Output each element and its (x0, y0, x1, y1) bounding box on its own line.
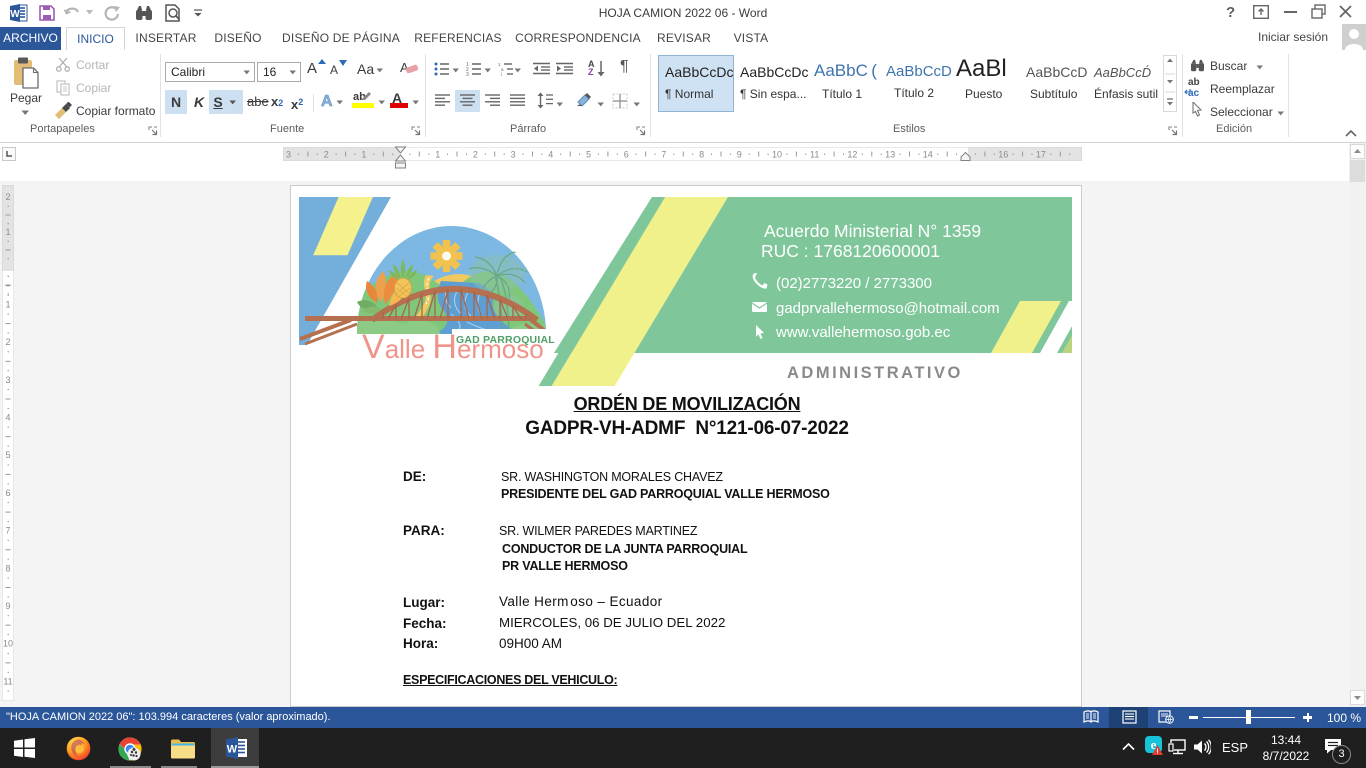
svg-text:10: 10 (3, 639, 13, 649)
svg-text:5: 5 (5, 450, 10, 460)
svg-text:Acuerdo Ministerial N° 1359: Acuerdo Ministerial N° 1359 (764, 221, 981, 241)
svg-text:14: 14 (923, 150, 933, 160)
svg-text:i: i (501, 72, 502, 76)
svg-text:8: 8 (5, 563, 10, 573)
svg-text:2: 2 (324, 150, 329, 160)
svg-text:9: 9 (737, 150, 742, 160)
svg-text:6: 6 (624, 150, 629, 160)
svg-text:3: 3 (5, 375, 10, 385)
svg-text:11: 11 (3, 676, 12, 686)
svg-text:6: 6 (5, 488, 10, 498)
svg-text:17: 17 (1036, 150, 1046, 160)
svg-text:12: 12 (847, 150, 857, 160)
svg-text:1: 1 (361, 150, 366, 160)
svg-text:2: 2 (473, 150, 478, 160)
svg-text:gadprvallehermoso@hotmail.com: gadprvallehermoso@hotmail.com (776, 300, 1000, 317)
svg-text:5: 5 (586, 150, 591, 160)
svg-text:3: 3 (466, 72, 469, 76)
svg-text:Valle Hermoso: Valle Hermoso (362, 328, 544, 366)
svg-text:8: 8 (699, 150, 704, 160)
svg-text:(02)2773220 / 2773300: (02)2773220 / 2773300 (776, 275, 932, 292)
svg-text:3: 3 (286, 150, 291, 160)
svg-text:2: 2 (5, 192, 10, 202)
svg-text:1: 1 (5, 227, 10, 237)
svg-text:9: 9 (5, 601, 10, 611)
svg-text:1: 1 (435, 150, 440, 160)
svg-text:RUC : 1768120600001: RUC : 1768120600001 (761, 241, 940, 261)
svg-text:3: 3 (511, 150, 516, 160)
svg-text:7: 7 (661, 150, 666, 160)
svg-text:2: 2 (5, 337, 10, 347)
svg-text:4: 4 (548, 150, 553, 160)
svg-text:1: 1 (5, 299, 10, 309)
svg-text:4: 4 (5, 413, 10, 423)
svg-text:7: 7 (5, 526, 10, 536)
svg-text:11: 11 (810, 150, 819, 160)
svg-text:www.vallehermoso.gob.ec: www.vallehermoso.gob.ec (775, 324, 951, 341)
svg-text:W: W (227, 744, 238, 756)
svg-text:10: 10 (772, 150, 782, 160)
svg-text:!: ! (1156, 749, 1158, 756)
svg-text:16: 16 (998, 150, 1008, 160)
svg-text:13: 13 (885, 150, 895, 160)
